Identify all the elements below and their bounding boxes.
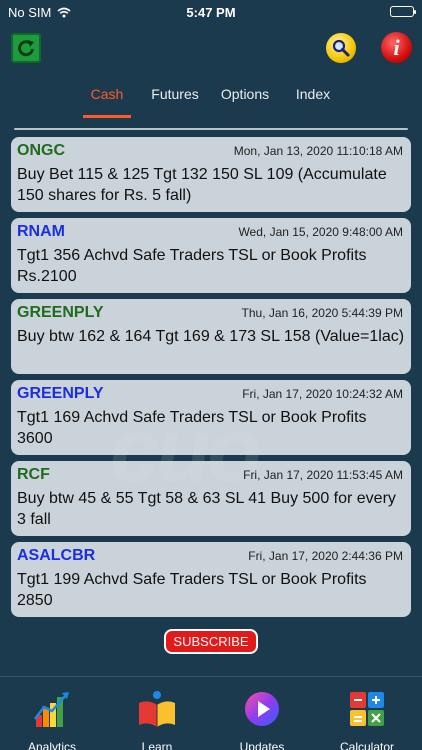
stock-symbol: RNAM: [17, 223, 65, 240]
message-card[interactable]: ONGC Mon, Jan 13, 2020 11:10:18 AM Buy B…: [11, 137, 411, 212]
stock-symbol: GREENPLY: [17, 304, 104, 321]
tab-futures[interactable]: Futures: [147, 86, 203, 102]
nav-learn-label: Learn: [141, 740, 173, 750]
info-icon: i: [393, 34, 400, 60]
calculator-icon: [350, 692, 384, 726]
message-text: Tgt1 169 Achvd Safe Traders TSL or Book …: [17, 409, 367, 447]
nav-analytics[interactable]: Analytics: [12, 689, 92, 750]
info-button[interactable]: i: [381, 32, 412, 63]
message-text: Tgt1 356 Achvd Safe Traders TSL or Book …: [17, 247, 367, 285]
message-timestamp: Wed, Jan 15, 2020 9:48:00 AM: [238, 225, 403, 239]
message-timestamp: Thu, Jan 16, 2020 5:44:39 PM: [241, 306, 403, 320]
message-card[interactable]: RCF Fri, Jan 17, 2020 11:53:45 AM Buy bt…: [11, 461, 411, 536]
nav-analytics-label: Analytics: [27, 740, 77, 750]
stock-symbol: RCF: [17, 466, 50, 483]
active-tab-indicator: [83, 115, 131, 118]
refresh-icon: [18, 40, 34, 57]
list-top-divider: [14, 128, 408, 130]
nav-updates[interactable]: Updates: [222, 689, 302, 750]
message-text: Buy btw 45 & 55 Tgt 58 & 63 SL 41 Buy 50…: [17, 490, 396, 528]
message-timestamp: Fri, Jan 17, 2020 10:24:32 AM: [242, 387, 403, 401]
search-icon: [332, 39, 350, 57]
updates-icon: [245, 692, 279, 726]
tab-bar: Cash Futures Options Index: [0, 86, 422, 118]
bottom-nav: Analytics Learn Updates Calculator: [0, 676, 422, 750]
message-timestamp: Fri, Jan 17, 2020 11:53:45 AM: [243, 468, 403, 482]
message-text: Buy btw 162 & 164 Tgt 169 & 173 SL 158 (…: [17, 328, 405, 345]
stock-symbol: GREENPLY: [17, 385, 104, 402]
refresh-button[interactable]: [11, 33, 41, 63]
message-text: Tgt1 199 Achvd Safe Traders TSL or Book …: [17, 571, 367, 609]
nav-calculator-label: Calculator: [339, 740, 395, 750]
status-bar: No SIM 5:47 PM: [0, 0, 422, 24]
tab-options[interactable]: Options: [216, 86, 274, 102]
message-card[interactable]: GREENPLY Thu, Jan 16, 2020 5:44:39 PM Bu…: [11, 299, 411, 374]
stock-symbol: ASALCBR: [17, 547, 96, 564]
tab-cash[interactable]: Cash: [83, 86, 131, 102]
search-button[interactable]: [326, 33, 356, 63]
message-card[interactable]: GREENPLY Fri, Jan 17, 2020 10:24:32 AM T…: [11, 380, 411, 455]
book-icon: [139, 691, 175, 727]
nav-updates-label: Updates: [239, 740, 285, 750]
tab-index[interactable]: Index: [290, 86, 336, 102]
nav-calculator[interactable]: Calculator: [327, 689, 407, 750]
message-timestamp: Fri, Jan 17, 2020 2:44:36 PM: [248, 549, 403, 563]
message-card[interactable]: RNAM Wed, Jan 15, 2020 9:48:00 AM Tgt1 3…: [11, 218, 411, 293]
message-text: Buy Bet 115 & 125 Tgt 132 150 SL 109 (Ac…: [17, 166, 387, 204]
stock-symbol: ONGC: [17, 142, 65, 159]
message-card[interactable]: ASALCBR Fri, Jan 17, 2020 2:44:36 PM Tgt…: [11, 542, 411, 617]
analytics-icon: [34, 692, 69, 727]
status-time: 5:47 PM: [186, 5, 236, 20]
battery-icon: [390, 6, 416, 17]
subscribe-button[interactable]: SUBSCRIBE: [164, 629, 258, 654]
nav-learn[interactable]: Learn: [117, 689, 197, 750]
message-timestamp: Mon, Jan 13, 2020 11:10:18 AM: [233, 144, 403, 158]
